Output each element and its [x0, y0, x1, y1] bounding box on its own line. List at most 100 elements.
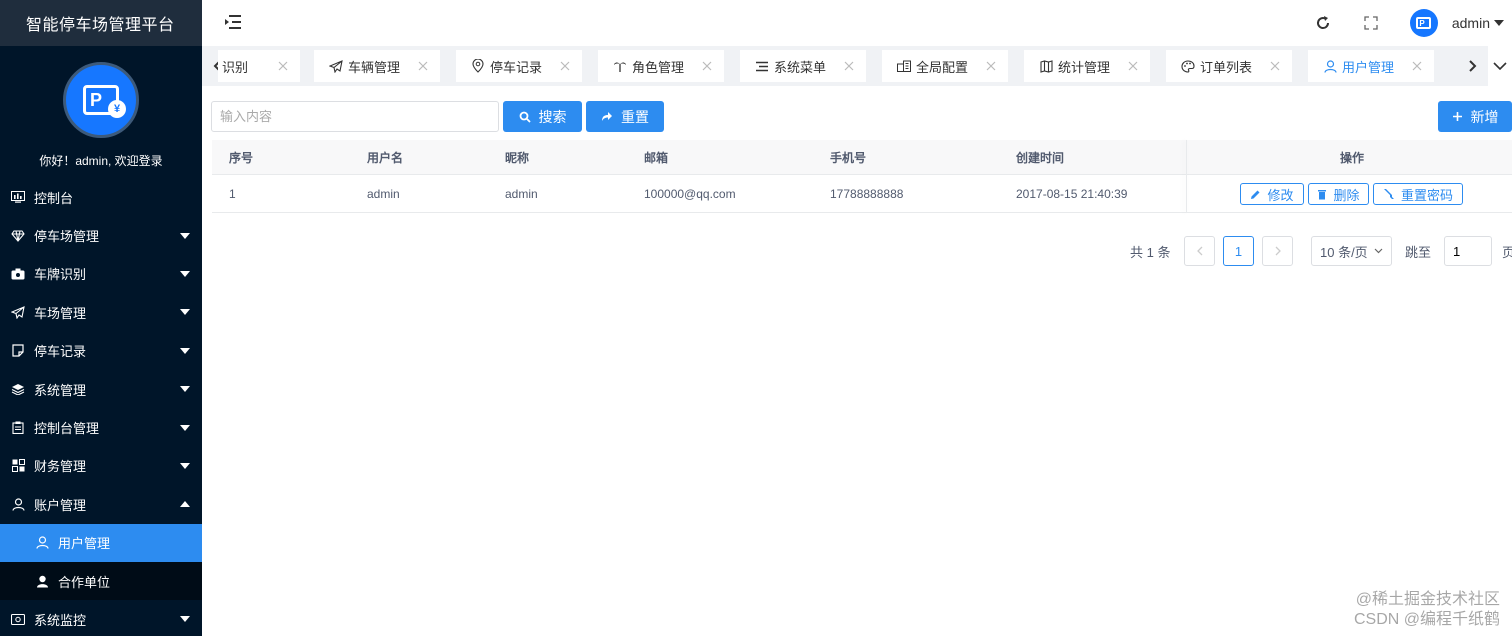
close-icon[interactable] [418, 59, 428, 74]
tab[interactable]: 角色管理 [598, 50, 724, 82]
sidebar-item[interactable]: 停车记录 [0, 332, 202, 370]
search-icon [519, 111, 531, 123]
tabs-dropdown-icon[interactable] [1488, 46, 1512, 86]
sidebar-item-label: 用户管理 [58, 536, 111, 552]
close-icon[interactable] [986, 59, 996, 74]
chevron-down-icon[interactable] [1494, 20, 1504, 26]
plus-icon [1452, 111, 1463, 122]
sidebar-item-label: 账户管理 [34, 497, 87, 513]
share-forward-icon [601, 111, 613, 122]
parking-logo-icon: P ¥ [83, 85, 126, 118]
cell-nickname: admin [505, 186, 538, 201]
user-avatar[interactable]: P [1409, 9, 1438, 37]
caret-down-icon[interactable] [180, 270, 190, 277]
sidebar-item-label: 合作单位 [58, 574, 111, 590]
tab[interactable]: 订单列表 [1166, 50, 1292, 82]
column-header: 邮箱 [644, 150, 669, 165]
caret-up-icon[interactable] [180, 501, 190, 508]
search-input[interactable] [211, 101, 499, 132]
map-icon [1038, 58, 1054, 74]
watermark-line: CSDN @编程千纸鹤 [1353, 611, 1500, 628]
username[interactable]: admin [1452, 15, 1490, 31]
paper-plane-icon [10, 304, 26, 320]
close-icon[interactable] [1412, 59, 1422, 74]
tab-label: 识别 [222, 59, 249, 75]
palette-icon [1180, 58, 1196, 74]
close-icon[interactable] [844, 59, 854, 74]
user-table: 序号 用户名 昵称 邮箱 手机号 创建时间 操作 1 admin admin 1… [212, 140, 1512, 213]
column-header: 创建时间 [1016, 150, 1065, 165]
watermark: @稀土掘金技术社区 CSDN @编程千纸鹤 [1354, 590, 1500, 630]
page-suffix: 页 [1502, 244, 1512, 260]
jump-page-input[interactable] [1444, 236, 1492, 266]
tab[interactable]: 系统菜单 [740, 50, 866, 82]
page-number[interactable]: 1 [1223, 236, 1254, 266]
caret-down-icon[interactable] [180, 347, 190, 354]
sidebar-item[interactable]: 控制台 [0, 178, 202, 216]
caret-down-icon[interactable] [180, 309, 190, 316]
refresh-icon[interactable] [1314, 14, 1332, 32]
tab-label: 车辆管理 [348, 59, 401, 75]
tab-label: 用户管理 [1342, 59, 1395, 75]
next-page-button[interactable] [1262, 236, 1293, 266]
tab[interactable]: 停车记录 [456, 50, 582, 82]
tab[interactable]: 全局配置 [882, 50, 1008, 82]
sidebar-item[interactable]: 系统管理 [0, 370, 202, 408]
chevron-left-icon [1196, 246, 1202, 256]
menu-fold-icon[interactable] [224, 14, 242, 33]
camera-icon [10, 266, 26, 282]
column-header: 昵称 [505, 150, 530, 165]
chevron-right-icon [1275, 246, 1281, 256]
close-icon[interactable] [278, 59, 288, 74]
table-row: 1 admin admin 100000@qq.com 17788888888 … [212, 175, 1512, 213]
reset-password-button[interactable]: 重置密码 [1373, 183, 1463, 205]
page-size-select[interactable]: 10 条/页 [1311, 236, 1392, 266]
avatar[interactable]: P ¥ [63, 62, 139, 138]
user-outline-icon [1322, 58, 1338, 74]
caret-down-icon[interactable] [180, 386, 190, 393]
key-icon [1383, 188, 1395, 200]
fullscreen-icon[interactable] [1362, 14, 1380, 32]
sidebar-item-label: 财务管理 [34, 459, 87, 475]
close-icon[interactable] [1128, 59, 1138, 74]
welcome-text: 你好！admin, 欢迎登录 [39, 154, 163, 168]
add-button[interactable]: 新增 [1438, 101, 1512, 132]
reset-button[interactable]: 重置 [586, 101, 664, 132]
column-header: 操作 [1340, 150, 1365, 165]
sidebar-item[interactable]: 系统监控 [0, 600, 202, 636]
sidebar-item[interactable]: 用户管理 [0, 523, 202, 562]
close-icon[interactable] [1270, 59, 1280, 74]
palm-icon [612, 58, 628, 74]
caret-down-icon[interactable] [180, 616, 190, 623]
app-title: 智能停车场管理平台 [0, 0, 202, 46]
prev-page-button[interactable] [1184, 236, 1215, 266]
tabs-scroll-right-icon[interactable] [1460, 46, 1486, 86]
location-icon [470, 58, 486, 74]
pagination: 共 1 条 1 10 条/页 跳至 页 [0, 236, 1512, 266]
edit-button[interactable]: 修改 [1240, 183, 1304, 205]
tab-label: 系统菜单 [774, 59, 827, 75]
sidebar-item[interactable]: 车场管理 [0, 293, 202, 331]
close-icon[interactable] [702, 59, 712, 74]
caret-down-icon[interactable] [180, 424, 190, 431]
sidebar-item[interactable]: 控制台管理 [0, 408, 202, 446]
sidebar-item-label: 系统监控 [34, 612, 87, 628]
tab-label: 全局配置 [916, 59, 969, 75]
tab[interactable]: 统计管理 [1024, 50, 1150, 82]
column-header: 序号 [229, 150, 254, 165]
tab[interactable]: 识别 [218, 50, 300, 82]
sidebar-item[interactable]: 财务管理 [0, 447, 202, 485]
layers-icon [10, 381, 26, 397]
tab[interactable]: 用户管理 [1308, 50, 1434, 82]
clipboard-icon [10, 420, 26, 436]
sidebar-item[interactable]: 合作单位 [0, 561, 202, 601]
caret-down-icon[interactable] [180, 462, 190, 469]
tab-label: 统计管理 [1058, 59, 1111, 75]
jump-label: 跳至 [1405, 244, 1432, 260]
tab[interactable]: 车辆管理 [314, 50, 440, 82]
search-button[interactable]: 搜索 [503, 101, 582, 132]
header-actions: P admin [1314, 0, 1504, 46]
delete-button[interactable]: 删除 [1308, 183, 1369, 205]
close-icon[interactable] [560, 59, 570, 74]
sidebar-item[interactable]: 账户管理 [0, 485, 202, 523]
